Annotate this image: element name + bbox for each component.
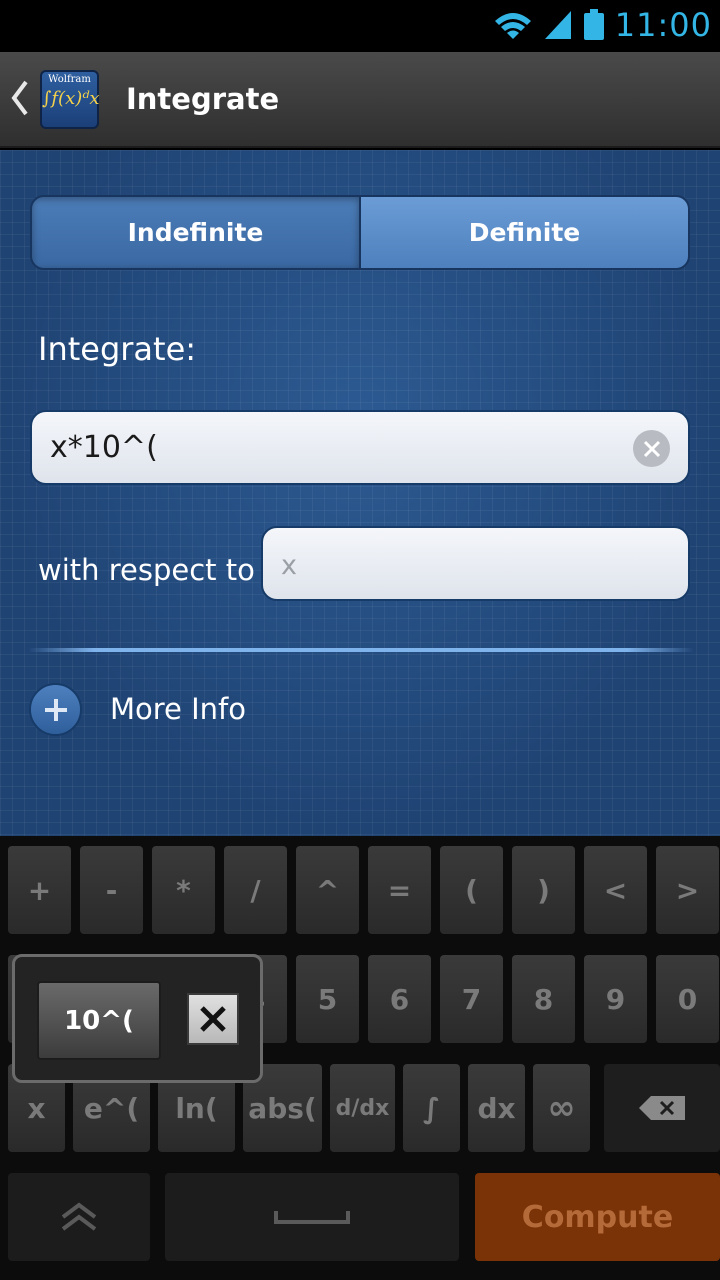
- key-minus[interactable]: -: [80, 846, 143, 934]
- close-icon: [200, 1006, 226, 1032]
- variable-placeholder: x: [281, 550, 297, 581]
- backspace-key[interactable]: [604, 1064, 720, 1152]
- key-8[interactable]: 8: [512, 955, 575, 1043]
- key-7[interactable]: 7: [440, 955, 503, 1043]
- expression-value: x*10^(: [50, 430, 158, 465]
- more-info-label[interactable]: More Info: [110, 692, 246, 726]
- logo-top-text: Wolfram: [48, 74, 91, 85]
- key-close-paren[interactable]: ): [512, 846, 575, 934]
- back-chevron-icon[interactable]: [10, 80, 30, 116]
- status-bar: 11:00: [0, 0, 720, 52]
- integral-type-tabs: Indefinite Definite: [30, 195, 690, 270]
- chevron-up-double-icon: [61, 1202, 97, 1231]
- suggestion-popup: 10^(: [12, 954, 263, 1083]
- key-integral[interactable]: ∫: [403, 1064, 460, 1152]
- page-title: Integrate: [126, 82, 280, 116]
- key-open-paren[interactable]: (: [440, 846, 503, 934]
- clock: 11:00: [614, 6, 712, 44]
- more-info-button[interactable]: [29, 683, 82, 736]
- key-infinity[interactable]: ∞: [533, 1064, 590, 1152]
- wifi-icon: [494, 13, 531, 39]
- integrate-label: Integrate:: [38, 330, 197, 368]
- main-panel: Indefinite Definite Integrate: x*10^( wi…: [0, 150, 720, 836]
- compute-button[interactable]: Compute: [475, 1173, 720, 1261]
- close-icon: [643, 440, 660, 457]
- space-key[interactable]: [165, 1173, 459, 1261]
- key-multiply[interactable]: *: [152, 846, 215, 934]
- expression-input[interactable]: x*10^(: [30, 410, 690, 485]
- respect-to-label: with respect to: [38, 553, 255, 587]
- suggestion-button[interactable]: 10^(: [37, 981, 161, 1060]
- app-logo[interactable]: Wolfram ∫f(x)ᵈx: [40, 70, 100, 129]
- space-icon: [274, 1211, 350, 1224]
- tab-definite[interactable]: Definite: [359, 197, 688, 268]
- action-bar: Wolfram ∫f(x)ᵈx Integrate: [0, 52, 720, 148]
- key-plus[interactable]: +: [8, 846, 71, 934]
- key-5[interactable]: 5: [296, 955, 359, 1043]
- key-equals[interactable]: =: [368, 846, 431, 934]
- key-greater-than[interactable]: >: [656, 846, 719, 934]
- key-9[interactable]: 9: [584, 955, 647, 1043]
- dismiss-suggestion-button[interactable]: [187, 993, 239, 1045]
- key-6[interactable]: 6: [368, 955, 431, 1043]
- key-0[interactable]: 0: [656, 955, 719, 1043]
- plus-icon: [44, 698, 67, 721]
- backspace-icon: [639, 1096, 685, 1120]
- key-power[interactable]: ^: [296, 846, 359, 934]
- key-less-than[interactable]: <: [584, 846, 647, 934]
- clear-button[interactable]: [633, 430, 670, 467]
- key-derivative[interactable]: d/dx: [330, 1064, 395, 1152]
- key-divide[interactable]: /: [224, 846, 287, 934]
- divider: [28, 648, 694, 652]
- shift-key[interactable]: [8, 1173, 150, 1261]
- key-dx[interactable]: dx: [468, 1064, 525, 1152]
- battery-icon: [583, 9, 604, 40]
- tab-indefinite[interactable]: Indefinite: [32, 197, 359, 268]
- status-icons: 11:00: [493, 6, 712, 44]
- signal-icon: [544, 11, 571, 39]
- variable-input[interactable]: x: [261, 526, 690, 601]
- logo-formula: ∫f(x)ᵈx: [42, 88, 100, 109]
